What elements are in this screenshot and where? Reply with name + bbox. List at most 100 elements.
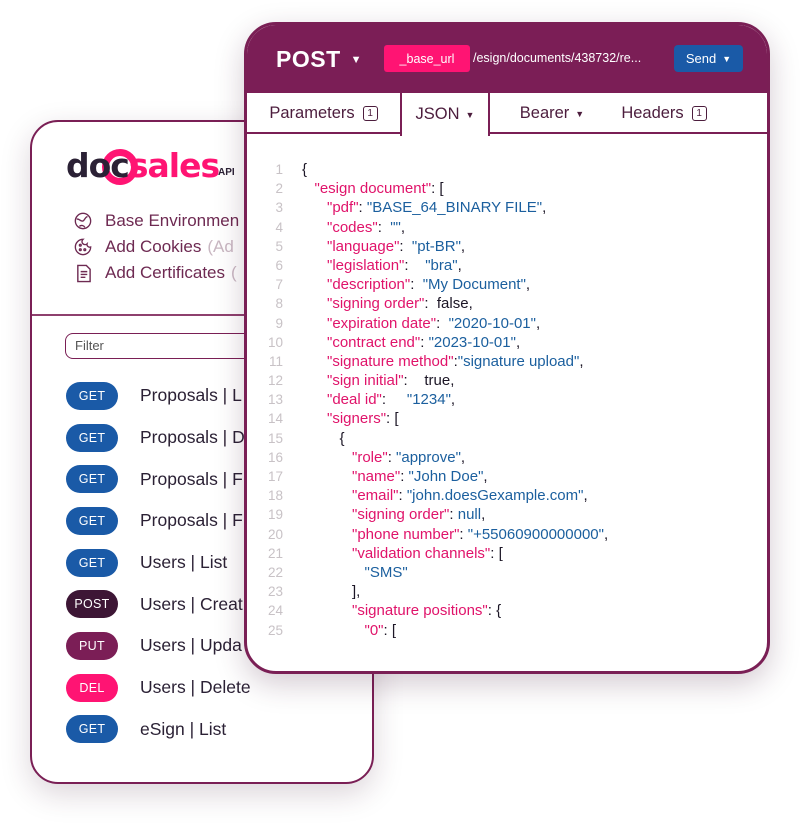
tab-json[interactable]: JSON ▼ bbox=[400, 93, 490, 136]
code-token: "email" bbox=[352, 487, 399, 505]
endpoint-label: Users | Creat bbox=[140, 593, 243, 614]
method-dropdown[interactable]: POST ▼ bbox=[276, 46, 362, 73]
method-label: POST bbox=[276, 46, 341, 72]
code-token: : bbox=[358, 199, 367, 217]
code-token: , bbox=[400, 218, 406, 236]
code-line: 9 "expiration date": "2020-10-01", bbox=[247, 314, 767, 333]
base-url-token[interactable]: _base_url bbox=[384, 45, 470, 72]
code-token: : bbox=[410, 276, 423, 294]
code-token: , bbox=[583, 487, 588, 505]
code-token: : [ bbox=[431, 180, 444, 198]
code-text: "legislation": "bra", bbox=[302, 256, 462, 275]
code-token: "pdf" bbox=[327, 199, 359, 217]
code-token: "codes" bbox=[327, 218, 378, 236]
code-token: , bbox=[535, 314, 541, 332]
endpoint-label: Proposals | D bbox=[140, 427, 245, 448]
code-text: "expiration date": "2020-10-01", bbox=[302, 314, 540, 333]
code-line: 5 "language": "pt-BR", bbox=[247, 237, 767, 256]
code-text: "contract end": "2023-10-01", bbox=[302, 333, 520, 352]
method-badge: POST bbox=[66, 590, 118, 619]
endpoint-item[interactable]: GET eSign | List bbox=[66, 709, 372, 751]
code-text: "signature positions": { bbox=[302, 601, 501, 620]
code-token: : bbox=[387, 448, 397, 466]
url-path[interactable]: /esign/documents/438732/re... bbox=[473, 51, 641, 65]
base-environment-label: Base Environmen bbox=[105, 211, 240, 230]
code-token: "2023-10-01" bbox=[428, 333, 516, 351]
code-token: : bbox=[404, 256, 426, 274]
code-text: "description": "My Document", bbox=[302, 275, 530, 294]
tab-headers[interactable]: Headers 1 bbox=[609, 93, 719, 134]
line-number: 18 bbox=[267, 488, 283, 504]
code-line: 21 "validation channels": [ bbox=[247, 544, 767, 563]
code-token: : bbox=[436, 314, 449, 332]
endpoint-label: eSign | List bbox=[140, 718, 227, 739]
method-badge: DEL bbox=[66, 673, 118, 702]
send-button[interactable]: Send ▼ bbox=[674, 45, 743, 72]
tab-bearer[interactable]: Bearer ▼ bbox=[497, 93, 607, 134]
line-number: 2 bbox=[275, 181, 283, 197]
code-text: ], bbox=[302, 582, 360, 601]
code-line: 12 "sign initial": true, bbox=[247, 371, 767, 390]
line-number: 21 bbox=[267, 545, 283, 561]
code-token: "signing order" bbox=[327, 295, 425, 313]
caret-down-icon: ▼ bbox=[465, 109, 475, 120]
certificate-icon bbox=[72, 262, 94, 284]
code-token: "expiration date" bbox=[327, 314, 437, 332]
code-line: 1{ bbox=[247, 160, 767, 179]
code-token: , bbox=[460, 448, 466, 466]
code-token: "SMS" bbox=[364, 563, 408, 581]
method-badge: GET bbox=[66, 381, 118, 410]
code-token: "approve" bbox=[396, 448, 461, 466]
add-cookies-label: Add Cookies bbox=[105, 237, 202, 256]
tab-headers-count: 1 bbox=[691, 106, 707, 121]
code-line: 22 "SMS" bbox=[247, 563, 767, 582]
line-number: 22 bbox=[267, 564, 283, 580]
code-token: "" bbox=[390, 218, 401, 236]
code-text: { bbox=[302, 160, 307, 179]
line-number: 7 bbox=[275, 277, 283, 293]
add-certificates-label: Add Certificates bbox=[105, 263, 225, 282]
code-text: "SMS" bbox=[302, 563, 408, 582]
tab-bearer-label: Bearer bbox=[519, 104, 570, 122]
code-token: , bbox=[481, 506, 486, 524]
code-text: "phone number": "+55060900000000", bbox=[302, 525, 608, 544]
request-bar: POST ▼ _base_url /esign/documents/438732… bbox=[247, 25, 767, 93]
code-token: "signature upload" bbox=[457, 352, 580, 370]
code-token: "description" bbox=[327, 276, 411, 294]
tab-parameters[interactable]: Parameters 1 bbox=[247, 93, 400, 134]
code-line: 7 "description": "My Document", bbox=[247, 275, 767, 294]
tab-headers-label: Headers bbox=[621, 104, 684, 122]
code-token: null bbox=[457, 506, 482, 524]
code-token: "bra" bbox=[425, 256, 458, 274]
json-editor[interactable]: 1{2 "esign document": [3 "pdf": "BASE_64… bbox=[247, 160, 767, 640]
code-token: : bbox=[420, 333, 429, 351]
code-token: , bbox=[450, 391, 456, 409]
code-token: "1234" bbox=[406, 391, 451, 409]
code-token: : bbox=[399, 237, 412, 255]
code-text: "name": "John Doe", bbox=[302, 467, 488, 486]
send-label: Send bbox=[685, 51, 717, 66]
method-badge: GET bbox=[66, 715, 118, 744]
code-token: : bbox=[377, 218, 391, 236]
line-number: 4 bbox=[275, 219, 283, 235]
line-number: 10 bbox=[267, 334, 283, 350]
code-text: "deal id": "1234", bbox=[302, 390, 455, 409]
line-number: 11 bbox=[268, 353, 283, 369]
request-tabs: Parameters 1 JSON ▼ Bearer ▼ Headers 1 bbox=[247, 93, 767, 136]
code-line: 19 "signing order": null, bbox=[247, 505, 767, 524]
line-number: 24 bbox=[267, 603, 283, 619]
code-token: "role" bbox=[352, 448, 388, 466]
line-number: 8 bbox=[275, 296, 283, 312]
code-token: : bbox=[398, 487, 407, 505]
code-text: "signature method":"signature upload", bbox=[302, 352, 583, 371]
code-text: { bbox=[302, 429, 345, 448]
line-number: 6 bbox=[275, 257, 283, 273]
